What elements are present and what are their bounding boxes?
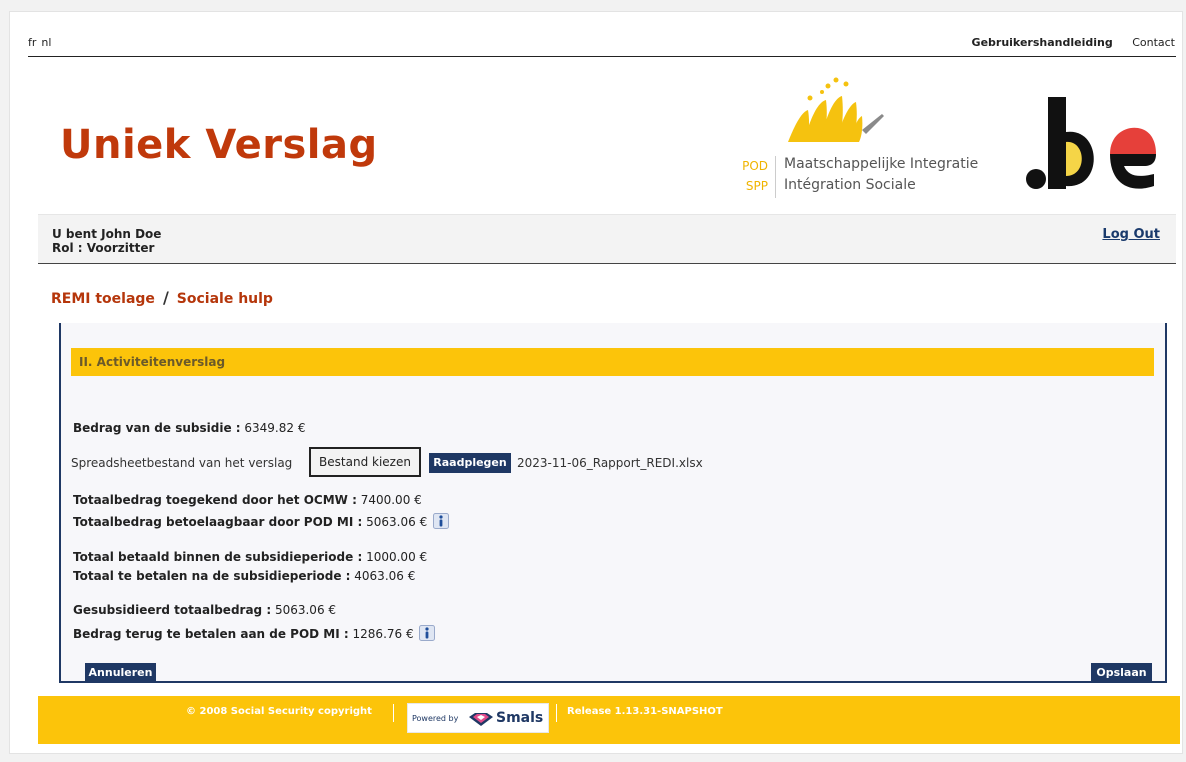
be-logo (1026, 97, 1156, 189)
powered-by-smals-badge[interactable]: Powered by Smals (407, 703, 549, 733)
pod-label-nl: POD (742, 159, 768, 173)
refund-value: 1286.76 € (352, 627, 414, 641)
smals-diamond-icon (469, 713, 493, 726)
breadcrumb-sociale-hulp[interactable]: Sociale hulp (177, 291, 273, 307)
footer: © 2008 Social Security copyright Powered… (38, 696, 1180, 744)
pod-labels: POD SPP (736, 156, 768, 196)
subsidy-value: 6349.82 € (244, 421, 306, 435)
file-label: Spreadsheetbestand van het verslag (71, 456, 293, 470)
pod-names: Maatschappelijke Integratie Intégration … (784, 154, 978, 196)
breadcrumb-remi[interactable]: REMI toelage (51, 291, 155, 307)
top-links: Gebruikershandleiding Contact (972, 36, 1175, 49)
paid-value: 1000.00 € (366, 550, 428, 564)
top-bar: fr nl Gebruikershandleiding Contact (28, 30, 1176, 57)
lang-fr-link[interactable]: fr (28, 36, 36, 49)
powered-by-label: Powered by (412, 714, 459, 723)
file-name: 2023-11-06_Rapport_REDI.xlsx (517, 456, 703, 470)
eligible-row: Totaalbedrag betoelaagbaar door POD MI :… (73, 513, 450, 529)
paid-row: Totaal betaald binnen de subsidieperiode… (73, 550, 427, 564)
breadcrumb: REMI toelage / Sociale hulp (51, 288, 273, 307)
pod-label-fr: SPP (745, 179, 768, 193)
smals-logo-text: Smals (496, 710, 544, 726)
section-title: II. Activiteitenverslag (79, 355, 226, 369)
user-name: U bent John Doe (52, 227, 162, 241)
eligible-value: 5063.06 € (366, 515, 428, 529)
footer-divider (556, 704, 557, 722)
eligible-label: Totaalbedrag betoelaagbaar door POD MI : (73, 515, 363, 529)
consult-button[interactable]: Raadplegen (429, 453, 511, 473)
ocmw-label: Totaalbedrag toegekend door het OCMW : (73, 493, 357, 507)
choose-file-button[interactable]: Bestand kiezen (309, 447, 421, 477)
language-switcher: fr nl (28, 36, 56, 49)
manual-link[interactable]: Gebruikershandleiding (972, 36, 1113, 49)
page-title: Uniek Verslag (60, 122, 378, 168)
subsidized-row: Gesubsidieerd totaalbedrag : 5063.06 € (73, 603, 336, 617)
logout-link[interactable]: Log Out (1102, 227, 1160, 242)
user-bar: U bent John Doe Rol : Voorzitter Log Out (38, 214, 1176, 264)
paid-label: Totaal betaald binnen de subsidieperiode… (73, 550, 363, 564)
ocmw-row: Totaalbedrag toegekend door het OCMW : 7… (73, 493, 422, 507)
subsidy-label: Bedrag van de subsidie : (73, 421, 241, 435)
lang-nl-link[interactable]: nl (41, 36, 51, 49)
subsidized-label: Gesubsidieerd totaalbedrag : (73, 603, 272, 617)
topay-row: Totaal te betalen na de subsidieperiode … (73, 569, 415, 583)
user-role: Rol : Voorzitter (52, 241, 155, 255)
subsidized-value: 5063.06 € (274, 603, 337, 617)
release-text: Release 1.13.31-SNAPSHOT (567, 706, 723, 717)
subsidy-row: Bedrag van de subsidie : 6349.82 € (73, 421, 305, 435)
topay-label: Totaal te betalen na de subsidieperiode … (73, 569, 351, 583)
info-icon[interactable] (433, 513, 450, 529)
save-button[interactable]: Opslaan (1091, 663, 1152, 682)
pod-separator (775, 156, 776, 198)
refund-label: Bedrag terug te betalen aan de POD MI : (73, 627, 349, 641)
section-header: II. Activiteitenverslag (71, 348, 1154, 376)
contact-link[interactable]: Contact (1132, 36, 1175, 49)
pod-name-nl: Maatschappelijke Integratie (784, 156, 979, 172)
breadcrumb-separator: / (162, 288, 169, 307)
info-icon[interactable] (419, 625, 436, 641)
copyright-text: © 2008 Social Security copyright (186, 706, 372, 717)
ocmw-value: 7400.00 € (360, 493, 422, 507)
footer-divider (393, 704, 394, 722)
pod-name-fr: Intégration Sociale (784, 177, 916, 193)
topay-value: 4063.06 € (354, 569, 416, 583)
user-info: U bent John Doe Rol : Voorzitter (52, 227, 161, 255)
cancel-button[interactable]: Annuleren (85, 663, 156, 682)
refund-row: Bedrag terug te betalen aan de POD MI : … (73, 625, 436, 641)
